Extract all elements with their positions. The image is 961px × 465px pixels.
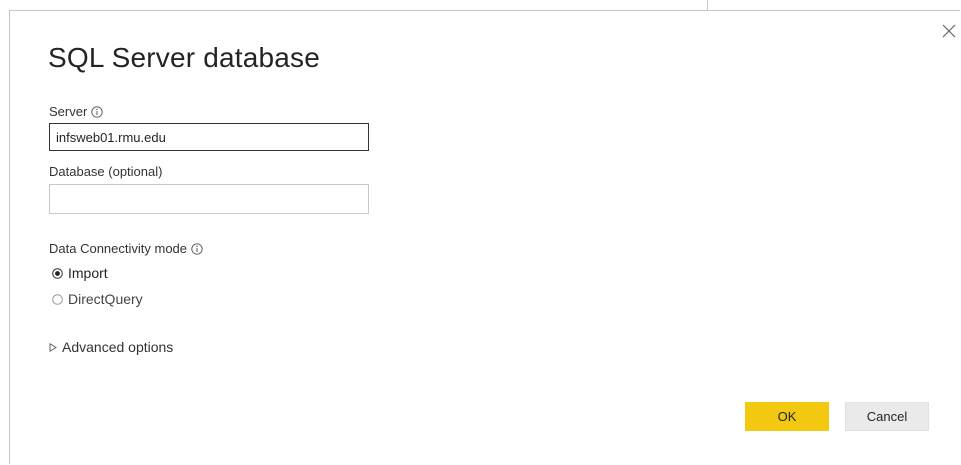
advanced-options-toggle[interactable]: Advanced options [49, 339, 173, 355]
connectivity-label-row: Data Connectivity mode [49, 241, 203, 256]
database-input[interactable] [49, 184, 369, 214]
radio-import[interactable]: Import [52, 265, 108, 281]
radio-directquery-label: DirectQuery [68, 291, 143, 307]
database-label-row: Database (optional) [49, 164, 162, 179]
sql-server-dialog [9, 10, 960, 464]
background-divider [707, 0, 708, 10]
server-label-row: Server [49, 104, 103, 119]
cancel-button[interactable]: Cancel [845, 402, 929, 431]
info-icon[interactable] [91, 105, 103, 118]
connectivity-label: Data Connectivity mode [49, 241, 188, 256]
radio-unselected-icon [52, 293, 63, 305]
server-input[interactable] [49, 123, 369, 151]
radio-directquery[interactable]: DirectQuery [52, 291, 143, 307]
database-label: Database (optional) [49, 164, 163, 179]
advanced-options-label: Advanced options [62, 339, 174, 355]
info-icon[interactable] [191, 242, 203, 255]
radio-selected-icon [52, 267, 63, 279]
dialog-title: SQL Server database [48, 42, 321, 73]
close-button[interactable] [940, 22, 958, 40]
expand-triangle-icon [49, 342, 57, 352]
server-label: Server [49, 104, 88, 119]
ok-button[interactable]: OK [745, 402, 829, 431]
radio-import-label: Import [68, 265, 108, 281]
close-icon [942, 24, 956, 38]
